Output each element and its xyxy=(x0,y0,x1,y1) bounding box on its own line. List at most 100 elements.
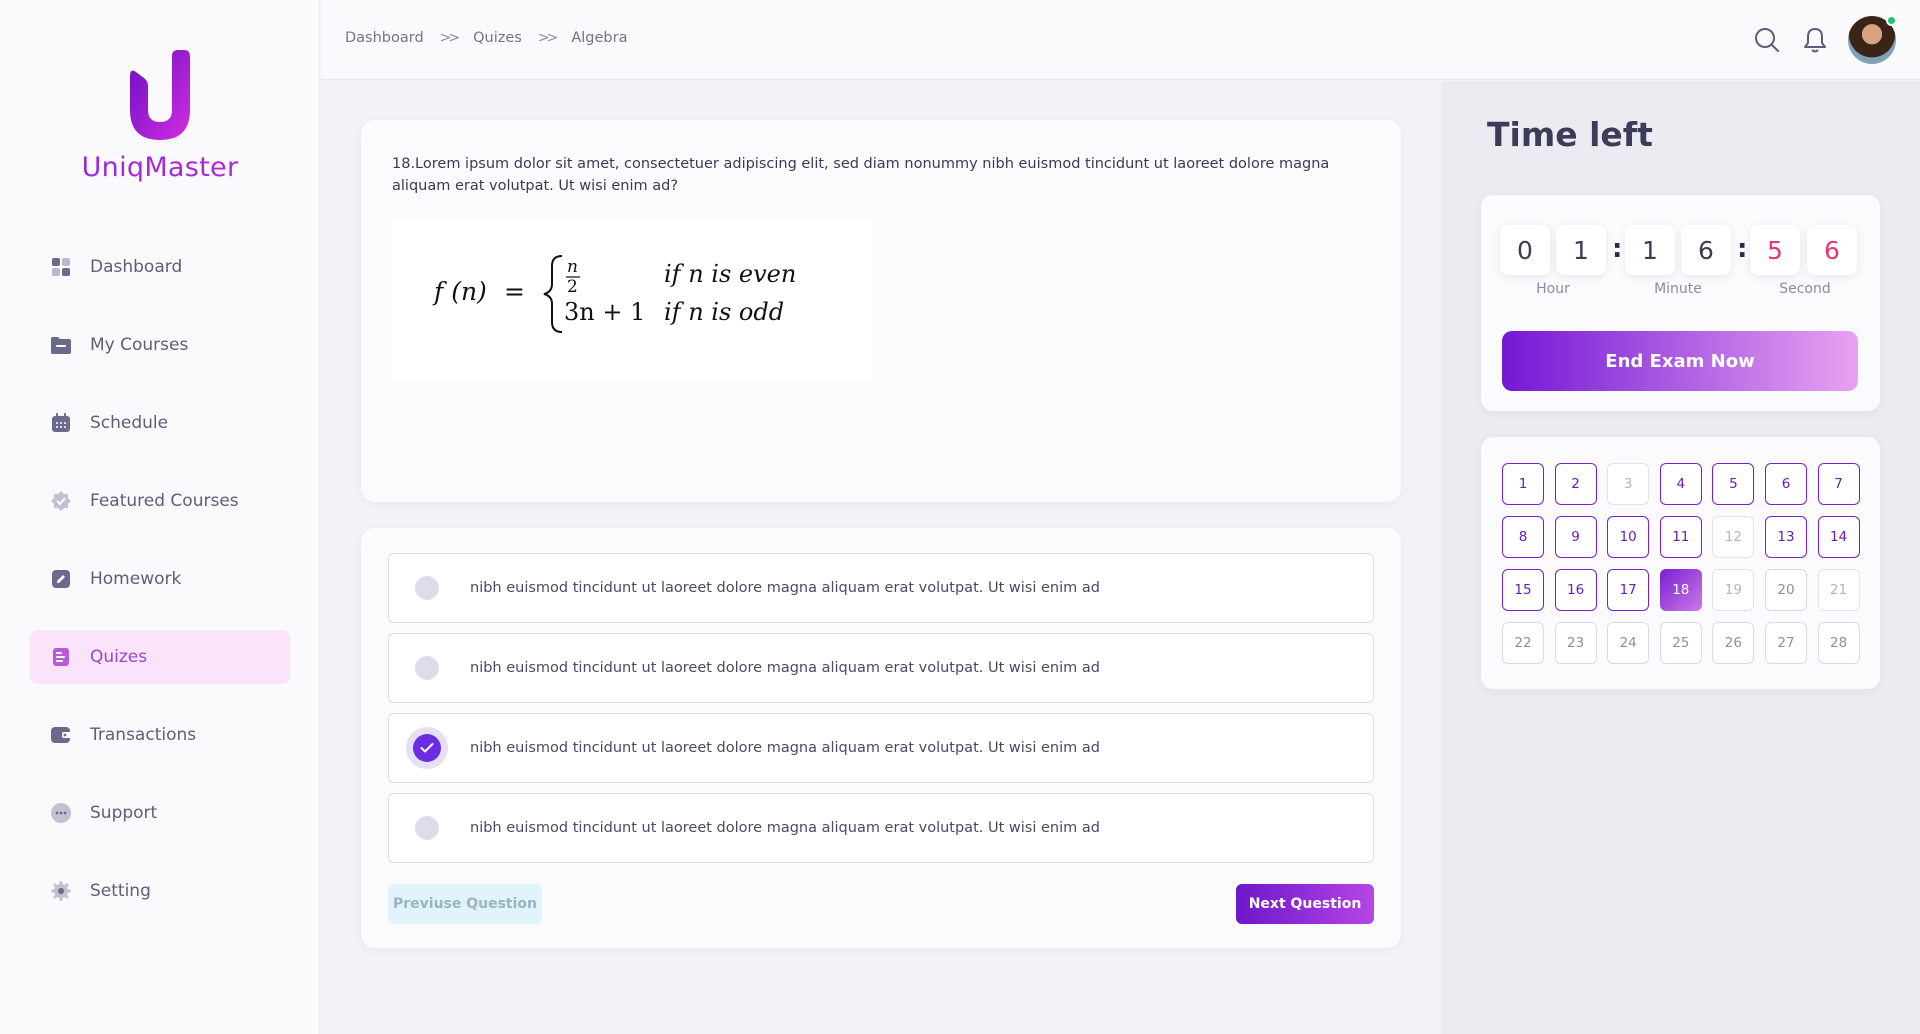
sidebar-nav: Dashboard My Courses Schedule Featured C… xyxy=(30,240,290,942)
question-number-3[interactable]: 3 xyxy=(1607,463,1650,505)
question-number-8[interactable]: 8 xyxy=(1502,516,1544,558)
answer-option-selected[interactable]: nibh euismod tincidunt ut laoreet dolore… xyxy=(388,713,1374,783)
sidebar-item-my-courses[interactable]: My Courses xyxy=(30,318,290,372)
breadcrumb-item-algebra: Algebra xyxy=(571,30,628,46)
question-number-10[interactable]: 10 xyxy=(1607,516,1650,558)
check-icon xyxy=(420,743,434,753)
dashboard-icon xyxy=(50,256,72,278)
answer-option[interactable]: nibh euismod tincidunt ut laoreet dolore… xyxy=(388,793,1374,863)
breadcrumb-item-dashboard[interactable]: Dashboard xyxy=(345,30,424,46)
second-digit: 6 xyxy=(1807,225,1857,275)
previous-question-button[interactable]: Previuse Question xyxy=(388,884,542,924)
formula-case1-den: 2 xyxy=(567,277,578,297)
formula-equals: = xyxy=(504,277,525,306)
question-number-26[interactable]: 26 xyxy=(1712,622,1755,664)
second-digit: 5 xyxy=(1750,225,1800,275)
question-number-28[interactable]: 28 xyxy=(1817,622,1860,664)
gear-icon xyxy=(50,880,72,902)
answer-text: nibh euismod tincidunt ut laoreet dolore… xyxy=(470,580,1100,596)
question-number-18[interactable]: 18 xyxy=(1659,569,1702,611)
question-number-15[interactable]: 15 xyxy=(1502,569,1544,611)
question-number-23[interactable]: 23 xyxy=(1554,622,1597,664)
answer-text: nibh euismod tincidunt ut laoreet dolore… xyxy=(470,820,1100,836)
time-left-title: Time left xyxy=(1487,115,1653,154)
question-number-19[interactable]: 19 xyxy=(1712,569,1755,611)
logo-text: UniqMaster xyxy=(0,152,320,183)
sidebar-item-homework[interactable]: Homework xyxy=(30,552,290,606)
breadcrumb-item-quizes[interactable]: Quizes xyxy=(473,30,522,46)
timer-card: 0 1 : 1 6 : 5 6 Hour Minute Second End E… xyxy=(1481,195,1880,411)
sidebar-item-dashboard[interactable]: Dashboard xyxy=(30,240,290,294)
question-number-25[interactable]: 25 xyxy=(1659,622,1702,664)
answer-option[interactable]: nibh euismod tincidunt ut laoreet dolore… xyxy=(388,633,1374,703)
bell-icon[interactable] xyxy=(1800,25,1830,55)
radio-button[interactable] xyxy=(415,816,439,840)
answer-text: nibh euismod tincidunt ut laoreet dolore… xyxy=(470,740,1100,756)
online-status-dot xyxy=(1886,15,1897,26)
question-number-1[interactable]: 1 xyxy=(1502,463,1544,505)
sidebar-item-label: Support xyxy=(90,803,158,823)
question-navigator: 1 2 3 4 5 6 7 8 9 10 11 12 13 14 15 16 17 18 19 20 21 22 23 24 2… xyxy=(1481,437,1880,689)
sidebar-item-label: Transactions xyxy=(90,725,197,745)
calendar-icon xyxy=(50,412,72,434)
top-bar: Dashboard >> Quizes >> Algebra xyxy=(321,0,1920,80)
question-number-24[interactable]: 24 xyxy=(1607,622,1650,664)
formula-case2-condition: if n is odd xyxy=(664,298,784,326)
sidebar-item-setting[interactable]: Setting xyxy=(30,864,290,918)
question-number-13[interactable]: 13 xyxy=(1765,516,1807,558)
sidebar-item-label: Homework xyxy=(90,569,182,589)
formula-brace xyxy=(543,255,563,333)
chat-icon xyxy=(50,802,72,824)
minute-digit: 1 xyxy=(1625,225,1675,275)
answer-option[interactable]: nibh euismod tincidunt ut laoreet dolore… xyxy=(388,553,1374,623)
question-number-12[interactable]: 12 xyxy=(1712,516,1755,558)
logo-mark-icon xyxy=(130,50,190,140)
question-number-2[interactable]: 2 xyxy=(1554,463,1597,505)
question-number-22[interactable]: 22 xyxy=(1502,622,1544,664)
timer-colon: : xyxy=(1612,234,1623,264)
question-number-21[interactable]: 21 xyxy=(1817,569,1860,611)
header-actions xyxy=(1752,15,1897,64)
formula-case2-value: 3n + 1 xyxy=(564,298,645,326)
sidebar-item-transactions[interactable]: Transactions xyxy=(30,708,290,762)
question-number-7[interactable]: 7 xyxy=(1817,463,1860,505)
edit-icon xyxy=(50,568,72,590)
question-number-16[interactable]: 16 xyxy=(1554,569,1597,611)
radio-button-checked[interactable] xyxy=(413,734,441,762)
question-number-20[interactable]: 20 xyxy=(1765,569,1807,611)
question-text: 18.Lorem ipsum dolor sit amet, consectet… xyxy=(392,156,1330,194)
question-number-9[interactable]: 9 xyxy=(1554,516,1597,558)
sidebar-item-label: Quizes xyxy=(90,647,148,667)
question-number-6[interactable]: 6 xyxy=(1765,463,1807,505)
minute-digit: 6 xyxy=(1681,225,1731,275)
question-number-11[interactable]: 11 xyxy=(1659,516,1702,558)
second-label: Second xyxy=(1779,281,1831,297)
radio-button[interactable] xyxy=(415,656,439,680)
sidebar-item-support[interactable]: Support xyxy=(30,786,290,840)
answers-card: nibh euismod tincidunt ut laoreet dolore… xyxy=(361,528,1401,948)
badge-icon xyxy=(50,490,72,512)
document-icon xyxy=(50,646,72,668)
question-number-4[interactable]: 4 xyxy=(1659,463,1702,505)
sidebar-item-quizes[interactable]: Quizes xyxy=(30,630,290,684)
question-number-17[interactable]: 17 xyxy=(1607,569,1650,611)
sidebar-item-featured-courses[interactable]: Featured Courses xyxy=(30,474,290,528)
search-icon[interactable] xyxy=(1752,25,1782,55)
folder-icon xyxy=(50,334,72,356)
timer-colon: : xyxy=(1737,234,1748,264)
hour-label: Hour xyxy=(1536,281,1570,297)
end-exam-button[interactable]: End Exam Now xyxy=(1502,331,1858,391)
logo[interactable]: UniqMaster xyxy=(0,48,320,183)
minute-label: Minute xyxy=(1654,281,1702,297)
sidebar-item-schedule[interactable]: Schedule xyxy=(30,396,290,450)
sidebar-item-label: Dashboard xyxy=(90,257,183,277)
wallet-icon xyxy=(50,724,72,746)
next-question-button[interactable]: Next Question xyxy=(1236,884,1374,924)
avatar[interactable] xyxy=(1848,15,1897,64)
question-number-14[interactable]: 14 xyxy=(1817,516,1860,558)
question-number-27[interactable]: 27 xyxy=(1765,622,1807,664)
hour-digit: 1 xyxy=(1556,225,1606,275)
question-number-5[interactable]: 5 xyxy=(1712,463,1755,505)
radio-button[interactable] xyxy=(415,576,439,600)
sidebar-item-label: My Courses xyxy=(90,335,189,355)
